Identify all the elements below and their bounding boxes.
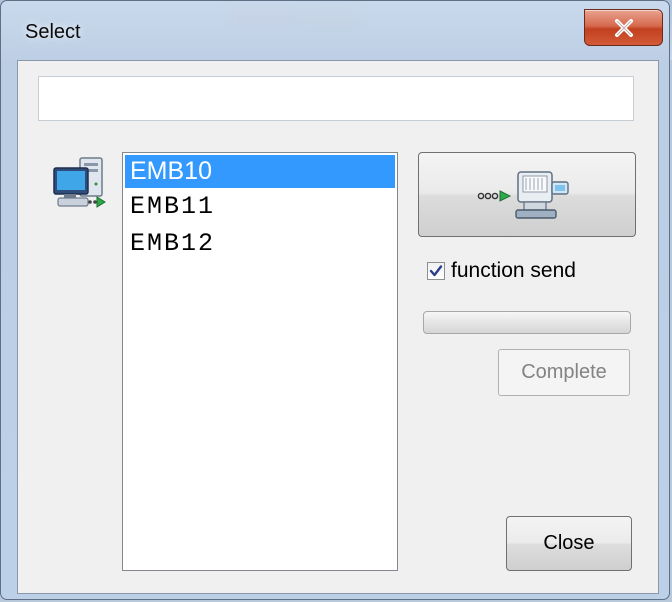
complete-button[interactable]: Complete [498, 349, 630, 396]
close-button[interactable]: Close [506, 516, 632, 571]
function-send-label: function send [451, 259, 576, 282]
dialog-client-area: EMB10 EMB11 EMB12 function send Complete… [17, 60, 659, 594]
list-item[interactable]: EMB12 [125, 225, 395, 262]
list-item[interactable]: EMB10 [125, 155, 395, 188]
send-to-machine-button[interactable] [418, 152, 636, 237]
machine-listbox[interactable]: EMB10 EMB11 EMB12 [122, 152, 398, 571]
select-dialog: Select EMB10 EMB11 EMB12 function send C… [0, 0, 670, 600]
computer-icon [53, 157, 106, 208]
send-to-embroidery-machine-icon [477, 170, 569, 219]
checkmark-icon [429, 265, 443, 277]
function-send-checkbox-row[interactable]: function send [427, 257, 576, 285]
function-send-checkbox[interactable] [427, 262, 445, 280]
window-title: Select [25, 21, 81, 43]
path-field[interactable] [38, 76, 634, 121]
title-bar[interactable]: Select [1, 1, 669, 59]
transfer-progress-bar [423, 311, 631, 334]
window-close-button[interactable] [584, 9, 663, 46]
list-item[interactable]: EMB11 [125, 188, 395, 225]
close-icon [614, 18, 633, 37]
